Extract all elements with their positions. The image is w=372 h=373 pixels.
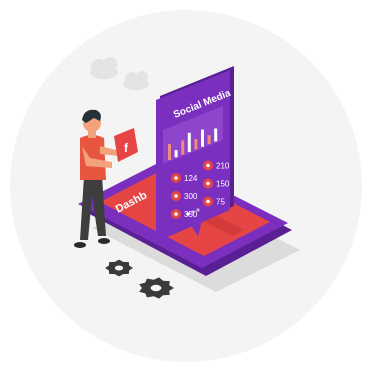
icon-glyph: [206, 181, 210, 186]
icon-glyph: [206, 199, 210, 204]
chart-bar: [187, 132, 191, 153]
stat-value: 75: [216, 198, 225, 207]
chart-bar: [214, 128, 218, 142]
chart-bar: [207, 135, 211, 145]
person-shoe-left: [74, 242, 86, 248]
chart-bar: [201, 129, 204, 147]
person-shoe-right: [98, 238, 110, 244]
icon-glyph: [174, 212, 178, 216]
stat-value: 124: [184, 174, 198, 183]
icon-glyph: [174, 176, 178, 180]
icon-glyph: [174, 194, 178, 198]
chart-bar: [181, 140, 185, 155]
gear-hole: [114, 265, 124, 271]
chart-bar: [174, 150, 178, 158]
gear-icon: [105, 259, 133, 277]
stat-value: 150: [216, 180, 230, 189]
illustration: Dashb Social Media 124 210 300 150 350 75: [0, 0, 372, 373]
chart-bar: [194, 139, 198, 150]
gear-hole: [150, 284, 162, 292]
icon-glyph: [206, 163, 210, 168]
stat-value: 350: [184, 210, 198, 219]
stat-value: 300: [184, 192, 198, 201]
social-media-dashboard-illustration: Dashb Social Media 12421030015035075 f: [10, 10, 362, 362]
chart-bar: [168, 143, 171, 160]
stat-value: 210: [216, 162, 230, 171]
person-shirt: [80, 135, 106, 180]
